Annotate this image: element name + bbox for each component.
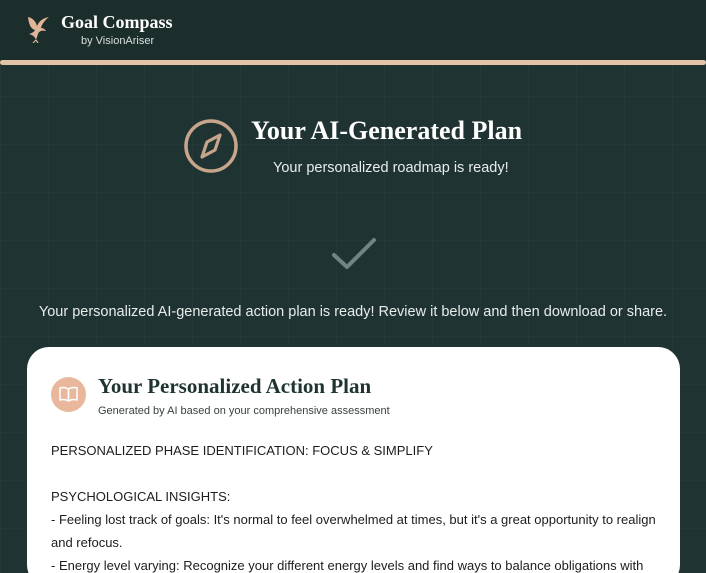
app-header: Goal Compass by VisionAriser — [0, 0, 706, 60]
plan-content: PERSONALIZED PHASE IDENTIFICATION: FOCUS… — [51, 439, 661, 573]
checkmark-icon — [332, 238, 376, 269]
page: Goal Compass by VisionAriser Your AI-Gen… — [0, 0, 706, 573]
open-book-icon — [59, 386, 78, 402]
page-title: Your AI-Generated Plan — [251, 116, 523, 145]
status-message: Your personalized AI-generated action pl… — [38, 304, 668, 320]
brand-subtitle: by VisionAriser — [81, 35, 155, 47]
phoenix-bird-icon — [28, 17, 49, 43]
plan-subtitle: Generated by AI based on your comprehens… — [98, 405, 390, 417]
page-subtitle: Your personalized roadmap is ready! — [273, 160, 509, 176]
brand-title: Goal Compass — [61, 12, 173, 32]
plan-line: - Feeling lost track of goals: It's norm… — [51, 512, 656, 550]
header-accent-rule — [0, 60, 706, 65]
plan-line: PERSONALIZED PHASE IDENTIFICATION: FOCUS… — [51, 443, 433, 458]
action-plan-card: Your Personalized Action Plan Generated … — [27, 347, 680, 573]
plan-line-blank — [51, 462, 661, 485]
plan-line: PSYCHOLOGICAL INSIGHTS: — [51, 489, 231, 504]
compass-icon — [184, 119, 238, 173]
plan-line: - Energy level varying: Recognize your d… — [51, 558, 644, 573]
plan-title: Your Personalized Action Plan — [98, 374, 372, 398]
icon-badge — [51, 377, 86, 412]
